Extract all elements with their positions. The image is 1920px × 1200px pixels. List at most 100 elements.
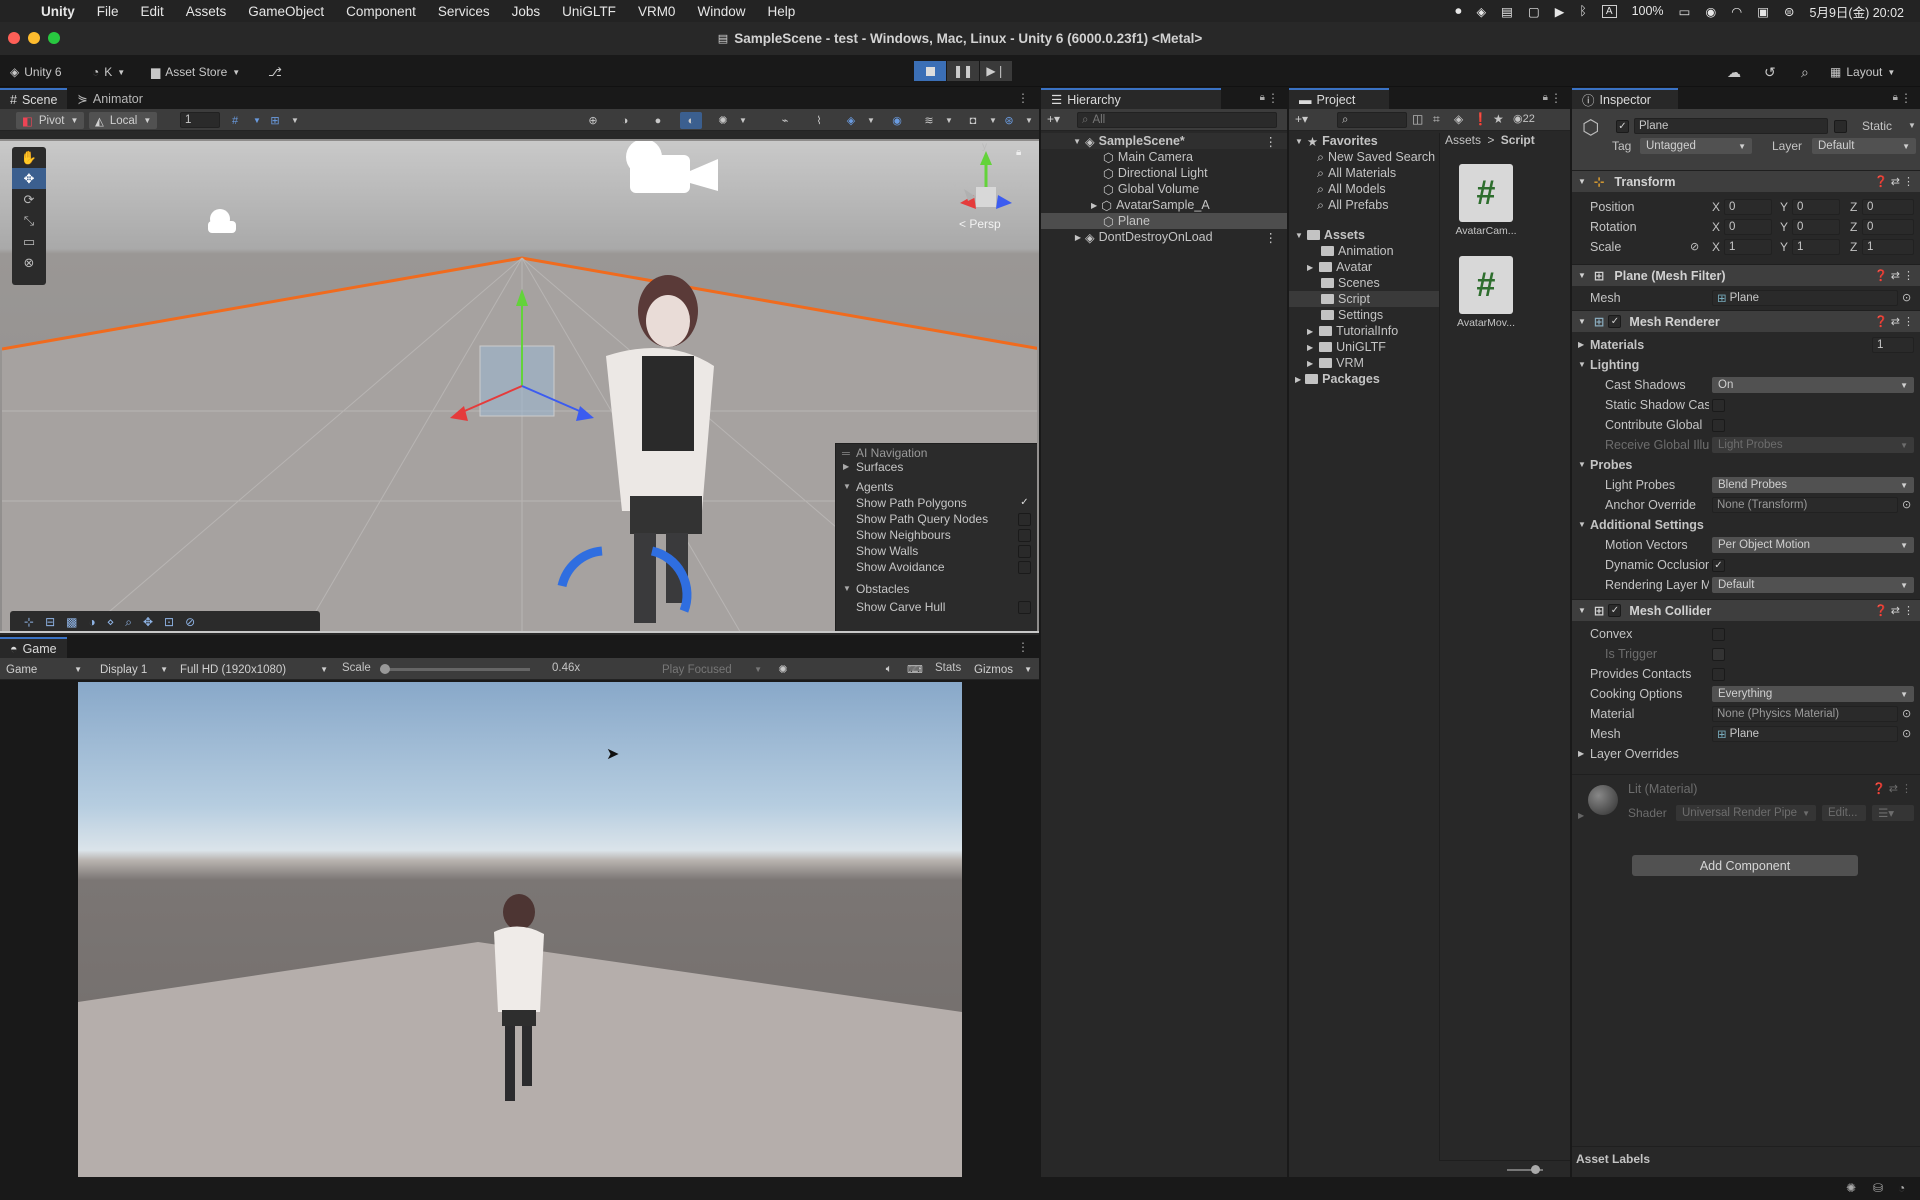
navmesh-icon[interactable]: ⊹: [24, 615, 34, 629]
chevron-down-icon[interactable]: ▼: [843, 482, 851, 491]
grid-visibility-icon[interactable]: ⊞: [264, 112, 286, 129]
motion-vectors-dropdown[interactable]: Per Object Motion ▼: [1712, 537, 1914, 553]
chevron-right-icon[interactable]: ▶: [1307, 263, 1313, 272]
chevron-down-icon[interactable]: ▼: [1578, 520, 1586, 529]
folder-avatar[interactable]: ▶ Avatar: [1289, 259, 1372, 275]
chevron-down-icon[interactable]: ▼: [1041, 137, 1081, 146]
menu-component[interactable]: Component: [335, 4, 427, 19]
obstacle-icon[interactable]: ◑: [88, 615, 95, 629]
cache-icon[interactable]: ⛁: [1873, 1181, 1883, 1195]
add-icon[interactable]: +▾: [1295, 112, 1308, 126]
folder-script[interactable]: Script: [1289, 291, 1439, 307]
breadcrumb-script[interactable]: Script: [1501, 133, 1535, 147]
icon-size-slider-thumb[interactable]: [1531, 1165, 1540, 1174]
chevron-down-icon[interactable]: ▼: [732, 112, 754, 129]
show-avoidance-checkbox[interactable]: [1018, 561, 1031, 574]
rotation-z-input[interactable]: 0: [1862, 219, 1914, 235]
lock-icon[interactable]: 🔒︎: [1543, 92, 1548, 103]
history-icon[interactable]: ↺: [1764, 62, 1776, 82]
add-component-button[interactable]: Add Component: [1632, 855, 1858, 876]
camera-icon[interactable]: ◘: [962, 112, 984, 129]
folder-vrm[interactable]: ▶ VRM: [1289, 355, 1364, 371]
debug-mode-icon[interactable]: ✺: [1846, 1181, 1856, 1195]
folder-animation[interactable]: Animation: [1289, 243, 1394, 259]
chevron-down-icon[interactable]: ▼: [938, 112, 960, 129]
probes-foldout[interactable]: Probes: [1590, 458, 1632, 472]
menu-vrm0[interactable]: VRM0: [627, 4, 687, 19]
rendering-layer-dropdown[interactable]: Default ▼: [1712, 577, 1914, 593]
unity-account-button[interactable]: ◈ Unity 6: [10, 62, 62, 82]
panel-menu-icon[interactable]: ⋮: [1900, 91, 1912, 105]
position-z-input[interactable]: 0: [1862, 199, 1914, 215]
chevron-down-icon[interactable]: ▼: [1295, 231, 1303, 240]
game-mode-dropdown[interactable]: Game ▼: [0, 661, 88, 678]
version-control-icon[interactable]: ⎇: [268, 62, 282, 82]
object-picker-icon[interactable]: ⊙: [1902, 707, 1911, 720]
scale-slider-thumb[interactable]: [380, 664, 390, 674]
show-path-query-nodes-checkbox[interactable]: [1018, 513, 1031, 526]
project-search-input[interactable]: ⌕: [1337, 112, 1407, 128]
lock-icon[interactable]: 🔒︎: [1260, 92, 1265, 103]
hidden-packages-indicator[interactable]: ◉22: [1513, 112, 1535, 125]
tab-scene[interactable]: # Scene: [0, 88, 68, 109]
rotation-y-input[interactable]: 0: [1792, 219, 1840, 235]
dynamic-occlusion-checkbox[interactable]: ✓: [1712, 559, 1725, 572]
panel-menu-icon[interactable]: ⋮: [1017, 91, 1029, 105]
surfaces-foldout[interactable]: Surfaces: [856, 460, 903, 474]
close-window-button[interactable]: [8, 32, 20, 44]
packages-row[interactable]: ▶ Packages: [1289, 371, 1380, 387]
clipboard-icon[interactable]: ▤: [1501, 4, 1513, 19]
minimize-window-button[interactable]: [28, 32, 40, 44]
help-icon[interactable]: ❓: [1874, 605, 1888, 617]
chevron-right-icon[interactable]: ▶: [1091, 201, 1097, 210]
hierarchy-item-global-volume[interactable]: ⬡ Global Volume: [1041, 181, 1199, 197]
grid-snap-icon[interactable]: #: [224, 112, 246, 129]
transform-header[interactable]: ▼ ⊹ Transform ❓ ⇄ ⋮: [1572, 170, 1920, 192]
chevron-down-icon[interactable]: ▼: [860, 112, 882, 129]
camera-gizmo-icon[interactable]: [626, 141, 718, 193]
breadcrumb-assets[interactable]: Assets: [1445, 133, 1481, 147]
control-center-icon[interactable]: ⊜: [1784, 4, 1794, 19]
preset-icon[interactable]: ⇄: [1891, 605, 1900, 617]
component-menu-icon[interactable]: ⋮: [1903, 605, 1914, 617]
component-menu-icon[interactable]: ⋮: [1903, 176, 1914, 188]
position-x-input[interactable]: 0: [1724, 199, 1772, 215]
play-focused-dropdown[interactable]: Play Focused ▼: [656, 661, 768, 678]
tab-animator[interactable]: ⋟ Animator: [67, 88, 153, 109]
frame-debugger-icon[interactable]: ✺: [772, 661, 794, 678]
chevron-down-icon[interactable]: ▼: [1578, 177, 1586, 186]
obstacles-foldout[interactable]: Obstacles: [856, 582, 909, 596]
mesh-collider-enabled-checkbox[interactable]: ✓: [1608, 604, 1622, 617]
search-by-label-icon[interactable]: ⌗: [1433, 112, 1440, 127]
mesh-renderer-header[interactable]: ▼ ⊞ ✓ Mesh Renderer ❓ ⇄ ⋮: [1572, 310, 1920, 332]
visibility-icon[interactable]: ◉: [886, 112, 908, 129]
favorite-icon[interactable]: ★: [1493, 112, 1504, 126]
tab-game[interactable]: ◓ Game: [0, 637, 67, 658]
tab-hierarchy[interactable]: ☰ Hierarchy: [1041, 88, 1221, 109]
hierarchy-item-avatarsample-a[interactable]: ▶ ⬡ AvatarSample_A: [1041, 197, 1210, 213]
chevron-right-icon[interactable]: ▶: [1307, 359, 1313, 368]
chevron-down-icon[interactable]: ▼: [1018, 112, 1040, 129]
favorite-item[interactable]: ⌕ All Materials: [1289, 165, 1396, 181]
zoom-window-button[interactable]: [48, 32, 60, 44]
app-indicator-icon[interactable]: ▣: [1757, 4, 1769, 19]
panel-menu-icon[interactable]: ⋮: [1267, 91, 1279, 105]
mesh-filter-header[interactable]: ▼ ⊞ Plane (Mesh Filter) ❓ ⇄ ⋮: [1572, 264, 1920, 286]
hierarchy-search-input[interactable]: ⌕ All: [1077, 112, 1277, 128]
search-icon[interactable]: ⌕: [1801, 62, 1809, 82]
play-circle-icon[interactable]: ▶: [1555, 4, 1565, 19]
show-path-polygons-checkbox[interactable]: ✓: [1018, 497, 1031, 510]
filter-icon[interactable]: ◈: [1454, 112, 1463, 126]
hand-tool-icon[interactable]: ✋: [12, 147, 46, 168]
preset-icon[interactable]: ⇄: [1891, 270, 1900, 282]
tab-inspector[interactable]: ⓘ Inspector: [1572, 88, 1678, 109]
show-walls-checkbox[interactable]: [1018, 545, 1031, 558]
display-dropdown[interactable]: Display 1 ▼: [94, 661, 174, 678]
light-probes-dropdown[interactable]: Blend Probes ▼: [1712, 477, 1914, 493]
draw-mode-icon[interactable]: ⊕: [582, 112, 604, 129]
persp-label[interactable]: < Persp: [959, 217, 1001, 231]
gizmos-dropdown[interactable]: Gizmos ▼: [968, 661, 1038, 678]
lighting-foldout[interactable]: Lighting: [1590, 358, 1639, 372]
convex-checkbox[interactable]: [1712, 628, 1725, 641]
rotate-tool-icon[interactable]: ⟳: [12, 189, 46, 210]
